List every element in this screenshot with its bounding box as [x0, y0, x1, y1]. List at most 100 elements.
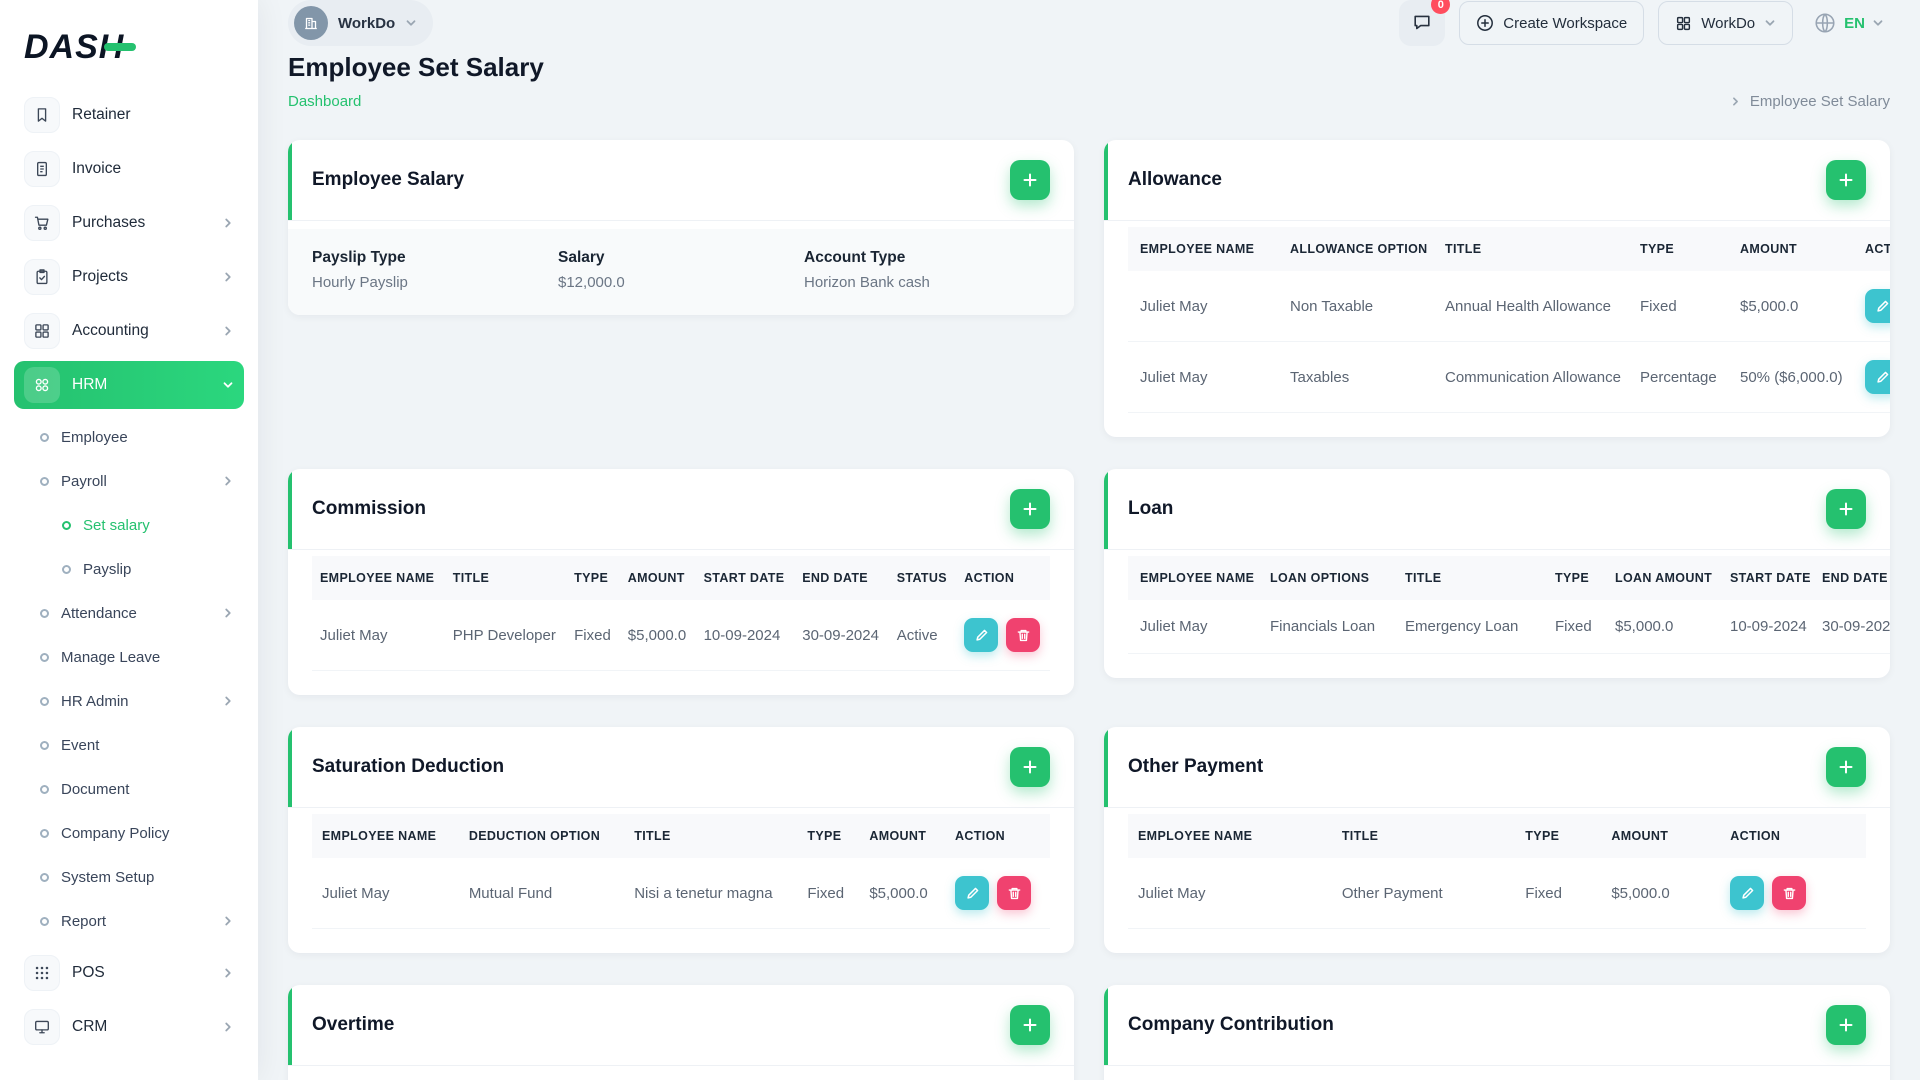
card-allowance-header: Allowance [1104, 140, 1890, 221]
create-workspace-label: Create Workspace [1503, 14, 1628, 32]
sidebar-item-manage-leave[interactable]: Manage Leave [14, 635, 244, 679]
edit-allowance-button[interactable] [1865, 289, 1890, 323]
sidebar-item-pos[interactable]: POS [14, 949, 244, 997]
main-area: WorkDo 0 Create Workspace WorkDo EN Empl… [258, 0, 1920, 1080]
bullet-icon [40, 608, 49, 618]
add-other-payment-button[interactable] [1826, 747, 1866, 787]
sidebar-item-employee[interactable]: Employee [14, 415, 244, 459]
delete-saturation-deduction-button[interactable] [997, 876, 1032, 910]
chevron-right-icon [222, 217, 234, 229]
plus-icon [1021, 500, 1039, 518]
table-row: Juliet May Mutual Fund Nisi a tenetur ma… [312, 858, 1050, 929]
sidebar-item-crm[interactable]: CRM [14, 1003, 244, 1051]
sidebar-item-invoice[interactable]: Invoice [14, 145, 244, 193]
cell-employee: Juliet May [1128, 341, 1278, 413]
table-row: Juliet May Taxables Communication Allowa… [1128, 341, 1890, 413]
sidebar-item-document[interactable]: Document [14, 767, 244, 811]
chevron-right-icon [222, 475, 234, 487]
add-employee-salary-button[interactable] [1010, 160, 1050, 200]
column-header: Type [1515, 814, 1602, 858]
globe-icon [1813, 11, 1837, 35]
sidebar-item-hrm[interactable]: HRM [14, 361, 244, 409]
add-commission-button[interactable] [1010, 489, 1050, 529]
add-loan-button[interactable] [1826, 489, 1866, 529]
delete-commission-button[interactable] [1006, 618, 1041, 652]
bullet-icon [40, 916, 49, 926]
sidebar-item-hr-admin[interactable]: HR Admin [14, 679, 244, 723]
table-header-row: Employee Name Loan Options Title Type Lo… [1128, 556, 1890, 600]
sidebar-item-label: Employee [61, 428, 128, 446]
field-value: $12,000.0 [558, 274, 625, 291]
sidebar-item-projects[interactable]: Projects [14, 253, 244, 301]
column-header: Loan Amount [1603, 556, 1718, 600]
chat-icon [1412, 12, 1432, 35]
sidebar-item-report[interactable]: Report [14, 899, 244, 943]
brand-logo-text: DASH [24, 28, 137, 66]
workspace-pill[interactable]: WorkDo [288, 0, 434, 46]
sidebar-item-company-policy[interactable]: Company Policy [14, 811, 244, 855]
sidebar-item-purchases[interactable]: Purchases [14, 199, 244, 247]
cell-title: Other Payment [1331, 858, 1516, 929]
sidebar-item-label: Projects [72, 268, 128, 285]
sidebar-item-retainer[interactable]: Retainer [14, 91, 244, 139]
cell-start-date: 10-09-2024 [1718, 600, 1810, 654]
breadcrumb-dashboard-link[interactable]: Dashboard [288, 93, 361, 110]
plus-icon [1837, 171, 1855, 189]
column-header: Action [956, 556, 1050, 600]
plus-icon [1837, 1016, 1855, 1034]
column-header: Title [1393, 556, 1543, 600]
sidebar-item-label: Payslip [83, 560, 132, 578]
bullet-icon [40, 476, 49, 486]
column-header: Employee Name [1128, 227, 1278, 271]
sidebar-item-accounting[interactable]: Accounting [14, 307, 244, 355]
messages-badge: 0 [1431, 0, 1451, 14]
sidebar-item-payslip[interactable]: Payslip [14, 547, 244, 591]
column-header: Status [888, 556, 957, 600]
cell-action [1853, 271, 1890, 342]
delete-other-payment-button[interactable] [1772, 876, 1807, 910]
card-title: Allowance [1128, 169, 1222, 190]
card-title: Employee Salary [312, 169, 465, 190]
sidebar-item-system-setup[interactable]: System Setup [14, 855, 244, 899]
breadcrumb-current: Employee Set Salary [1749, 93, 1890, 110]
language-label: EN [1844, 14, 1865, 32]
card-title: Other Payment [1128, 756, 1264, 777]
sidebar-item-set-salary[interactable]: Set salary [14, 503, 244, 547]
card-title: Company Contribution [1128, 1014, 1334, 1035]
bullet-icon [40, 652, 49, 662]
sidebar-item-label: Attendance [61, 604, 137, 622]
add-allowance-button[interactable] [1826, 160, 1866, 200]
workspace-switcher-button[interactable]: WorkDo [1658, 1, 1794, 45]
card-title: Commission [312, 498, 427, 519]
grid-squares-icon [24, 313, 60, 349]
bullet-icon [62, 520, 71, 530]
sidebar-item-attendance[interactable]: Attendance [14, 591, 244, 635]
column-header: Employee Name [312, 814, 459, 858]
edit-saturation-deduction-button[interactable] [955, 876, 990, 910]
loan-table: Employee Name Loan Options Title Type Lo… [1128, 556, 1890, 654]
language-selector[interactable]: EN [1807, 10, 1890, 36]
cell-action [1853, 341, 1890, 413]
messages-button[interactable]: 0 [1399, 0, 1451, 46]
cell-type: Fixed [1515, 858, 1602, 929]
add-overtime-button[interactable] [1010, 1005, 1050, 1045]
sidebar-item-label: Manage Leave [61, 648, 161, 666]
plus-icon [1021, 1016, 1039, 1034]
edit-other-payment-button[interactable] [1730, 876, 1765, 910]
page-title: Employee Set Salary [288, 52, 544, 82]
create-workspace-button[interactable]: Create Workspace [1459, 1, 1645, 45]
column-header: Start Date [1718, 556, 1810, 600]
cell-employee: Juliet May [1128, 858, 1332, 929]
card-company-contribution-body [1104, 1066, 1890, 1080]
sidebar-item-label: Accounting [72, 322, 149, 339]
add-company-contribution-button[interactable] [1826, 1005, 1866, 1045]
sidebar-item-payroll[interactable]: Payroll [14, 459, 244, 503]
edit-commission-button[interactable] [964, 618, 999, 652]
column-header: Type [797, 814, 860, 858]
add-saturation-deduction-button[interactable] [1010, 747, 1050, 787]
edit-allowance-button[interactable] [1865, 360, 1890, 394]
card-saturation-deduction: Saturation Deduction Employee Name Deduc… [288, 727, 1074, 953]
brand-logo[interactable]: DASH [0, 0, 258, 83]
card-overtime: Overtime [288, 985, 1074, 1080]
sidebar-item-event[interactable]: Event [14, 723, 244, 767]
